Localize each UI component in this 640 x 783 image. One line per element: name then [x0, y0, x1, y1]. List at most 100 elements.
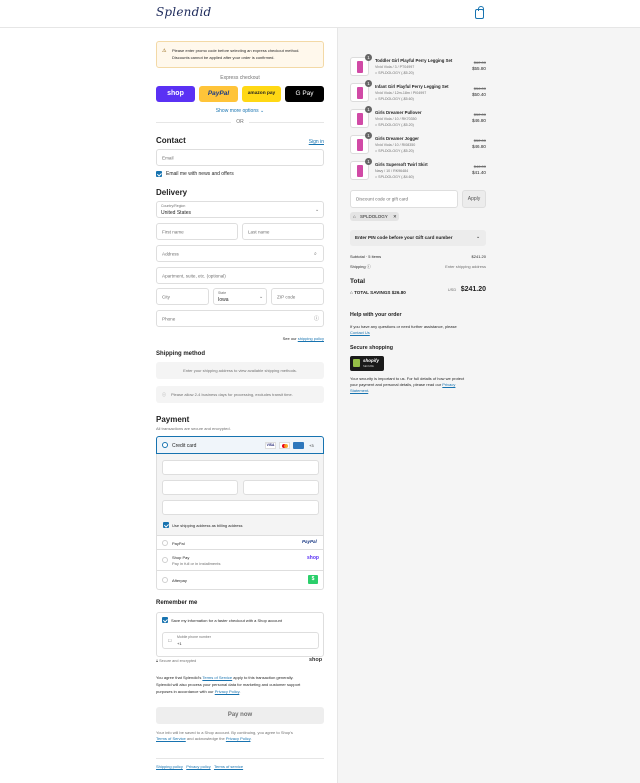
- shop-pay-button[interactable]: shop: [156, 86, 195, 102]
- country-value: United States: [161, 210, 192, 216]
- card-cvv-field[interactable]: [243, 480, 319, 495]
- lock-icon: 🔒︎: [156, 659, 159, 663]
- line-item: 1 Infant Girl Playful Perry Legging Set Vi…: [350, 80, 486, 104]
- tag-icon: ⌂: [375, 71, 378, 75]
- afterpay-logo-icon: $: [308, 575, 318, 584]
- state-select[interactable]: State Iowa ⌄: [213, 288, 267, 305]
- tag-icon: ⌂: [375, 149, 378, 153]
- info-circle-icon: ⓘ: [366, 264, 371, 269]
- first-name-field[interactable]: First name: [156, 223, 238, 240]
- shop-pay-option[interactable]: Shop Pay Pay in full or in installments …: [156, 550, 324, 571]
- last-name-field[interactable]: Last name: [242, 223, 324, 240]
- paypal-option[interactable]: PayPal PayPal: [156, 536, 324, 550]
- discount-tag[interactable]: ⌂ SPLDOLOGY ✕: [350, 212, 399, 221]
- privacy-policy-link[interactable]: Privacy Policy: [215, 689, 240, 694]
- apartment-field[interactable]: Apartment, suite, etc. (optional): [156, 267, 324, 284]
- paypal-button[interactable]: PayPal: [199, 86, 238, 102]
- shop-pay-sub: Pay in full or in installments: [172, 561, 221, 566]
- discount-code-field[interactable]: Discount code or gift card: [350, 190, 458, 208]
- address-placeholder: Address: [162, 251, 179, 256]
- shop-privacy-link[interactable]: Privacy Policy: [226, 736, 251, 741]
- google-pay-button[interactable]: G Pay: [285, 86, 324, 102]
- processing-note-text: Please allow 2-4 business days for proce…: [171, 392, 293, 397]
- payment-title: Payment: [156, 415, 190, 424]
- logo[interactable]: Splendid: [156, 5, 211, 19]
- help-circle-icon[interactable]: ⓘ: [314, 316, 319, 322]
- privacy-statement-link-a[interactable]: Privacy: [442, 382, 455, 387]
- quantity-badge: 1: [365, 158, 372, 165]
- shipping-method-placeholder: Enter your shipping address to view avai…: [156, 362, 324, 379]
- secure-line-2-text: your payment and personal details, pleas…: [350, 382, 442, 387]
- secure-text: Secure and encrypted: [159, 659, 197, 663]
- footer-shipping-policy[interactable]: Shipping policy: [156, 764, 183, 769]
- product-garment-icon: [357, 165, 363, 177]
- news-checkbox[interactable]: [156, 171, 162, 177]
- afterpay-option[interactable]: Afterpay $: [156, 571, 324, 590]
- contact-title: Contact: [156, 136, 186, 145]
- shop-logo-icon: shop: [307, 555, 319, 561]
- pay-now-button[interactable]: Pay now: [156, 707, 324, 724]
- credit-card-option[interactable]: Credit card VISA +3: [156, 436, 324, 454]
- item-original-price: $46.00: [473, 164, 486, 169]
- legal-3a: purposes in accordance with our: [156, 689, 214, 694]
- paypal-radio[interactable]: [162, 540, 168, 546]
- show-more-options[interactable]: Show more options ⌄: [156, 108, 324, 114]
- discount-tag-label: SPLDOLOGY: [360, 214, 388, 219]
- total-label: Total: [350, 278, 366, 285]
- shipping-method-text: Enter your shipping address to view avai…: [183, 368, 297, 373]
- amazon-pay-button[interactable]: amazon pay: [242, 86, 281, 102]
- item-name: Toddler Girl Playful Perry Legging Set: [375, 58, 453, 63]
- credit-card-radio[interactable]: [162, 442, 168, 448]
- contact-us-link[interactable]: Contact Us: [350, 330, 490, 335]
- phone-icon: ☐: [168, 638, 172, 643]
- phone-field[interactable]: Phone ⓘ: [156, 310, 324, 327]
- footer-terms-of-service[interactable]: Terms of service: [214, 764, 243, 769]
- item-original-price: $62.00: [473, 60, 486, 65]
- shopify-secure-badge: shopify SECURE: [350, 356, 384, 371]
- save-info-label: Save my information for a faster checkou…: [171, 618, 282, 623]
- promo-notice: ⚠ Please enter promo code before selecti…: [156, 41, 324, 68]
- item-discount: ⌂ SPLDOLOGY (-$5.20): [375, 71, 414, 75]
- afterpay-radio[interactable]: [162, 577, 168, 583]
- city-placeholder: City: [162, 294, 170, 299]
- state-chevron-icon: ⌄: [259, 294, 264, 300]
- last-name-placeholder: Last name: [248, 229, 270, 234]
- terms-of-service-link[interactable]: Terms of Service: [202, 675, 232, 680]
- card-number-field[interactable]: [162, 460, 319, 475]
- email-field[interactable]: Email: [156, 149, 324, 166]
- item-variant: Vivid Viola / 10 / RI08350: [375, 143, 416, 147]
- footer-divider: [156, 758, 324, 759]
- mobile-phone-field[interactable]: ☐ Mobile phone number +1: [162, 632, 319, 649]
- address-field[interactable]: Address ⌕: [156, 245, 324, 262]
- save-info-checkbox[interactable]: [162, 617, 168, 623]
- close-icon[interactable]: ✕: [393, 212, 397, 221]
- secure-text: Your security is important to us. For fu…: [350, 376, 490, 393]
- shipping-policy-link[interactable]: shipping policy: [298, 336, 324, 341]
- city-field[interactable]: City: [156, 288, 209, 305]
- billing-checkbox[interactable]: [163, 522, 169, 528]
- shop-terms-link[interactable]: Terms of Service: [156, 736, 186, 741]
- shop-period: .: [250, 736, 252, 741]
- legal-1a: You agree that Splendid's: [156, 675, 202, 680]
- zip-field[interactable]: ZIP code: [271, 288, 324, 305]
- help-title: Help with your order: [350, 312, 402, 318]
- item-discount: ⌂ SPLDOLOGY (-$5.60): [375, 97, 414, 101]
- secure-line-3: Statement.: [350, 388, 490, 393]
- legal-line-1: You agree that Splendid's Terms of Servi…: [156, 675, 328, 680]
- shipping-text: Shipping: [350, 264, 366, 269]
- apply-button[interactable]: Apply: [462, 190, 486, 208]
- item-price: $46.80: [471, 144, 486, 149]
- sign-in-link[interactable]: Sign in: [300, 139, 324, 145]
- card-name-field[interactable]: [162, 500, 319, 515]
- gift-card-pin-notice[interactable]: Enter PIN code before your Gift card num…: [350, 230, 486, 246]
- shop-pay-label: shop: [167, 90, 184, 97]
- item-discount: ⌂ SPLDOLOGY (-$5.20): [375, 149, 414, 153]
- footer-privacy-policy[interactable]: Privacy policy: [186, 764, 210, 769]
- card-expiry-field[interactable]: [162, 480, 238, 495]
- shop-pay-radio[interactable]: [162, 557, 168, 563]
- header: Splendid: [0, 0, 640, 28]
- subtotal-value: $241.20: [471, 254, 486, 259]
- bag-icon[interactable]: [475, 6, 484, 19]
- privacy-statement-link-b[interactable]: Statement: [350, 388, 368, 393]
- country-select[interactable]: Country/Region United States ⌄: [156, 201, 324, 218]
